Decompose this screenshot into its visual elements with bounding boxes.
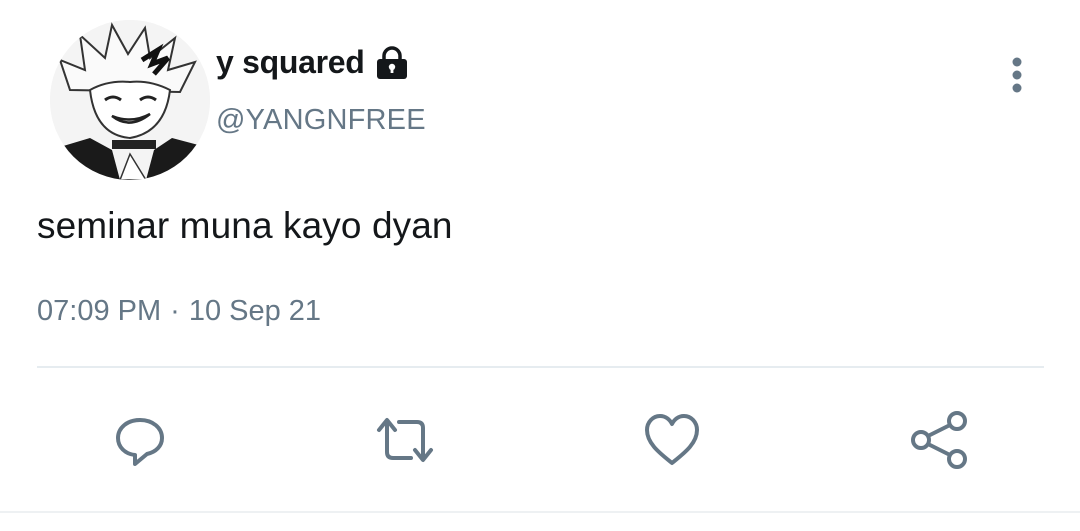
anime-character-avatar-icon (50, 20, 210, 180)
share-button[interactable] (907, 408, 971, 472)
timestamp-separator: · (170, 295, 180, 327)
divider (37, 366, 1044, 368)
avatar[interactable] (50, 20, 210, 180)
share-nodes-icon (911, 411, 967, 469)
display-name[interactable]: y squared (216, 44, 365, 81)
author-name-row: y squared (216, 44, 410, 81)
lock-icon (374, 45, 410, 81)
retweet-arrows-icon (377, 418, 433, 462)
like-button[interactable] (640, 408, 704, 472)
heart-icon (645, 414, 699, 465)
tweet-time: 07:09 PM (37, 295, 162, 327)
reply-button[interactable] (108, 408, 172, 472)
more-options-button[interactable] (1000, 52, 1034, 98)
retweet-button[interactable] (373, 408, 437, 472)
bottom-divider (0, 511, 1080, 513)
speech-bubble-icon (116, 418, 164, 466)
vertical-ellipsis-icon (1012, 57, 1022, 93)
author-handle[interactable]: @YANGNFREE (216, 104, 426, 137)
tweet-date: 10 Sep 21 (188, 295, 322, 327)
tweet-timestamp[interactable]: 07:09 PM · 10 Sep 21 (37, 295, 321, 328)
tweet-text: seminar muna kayo dyan (37, 205, 453, 246)
